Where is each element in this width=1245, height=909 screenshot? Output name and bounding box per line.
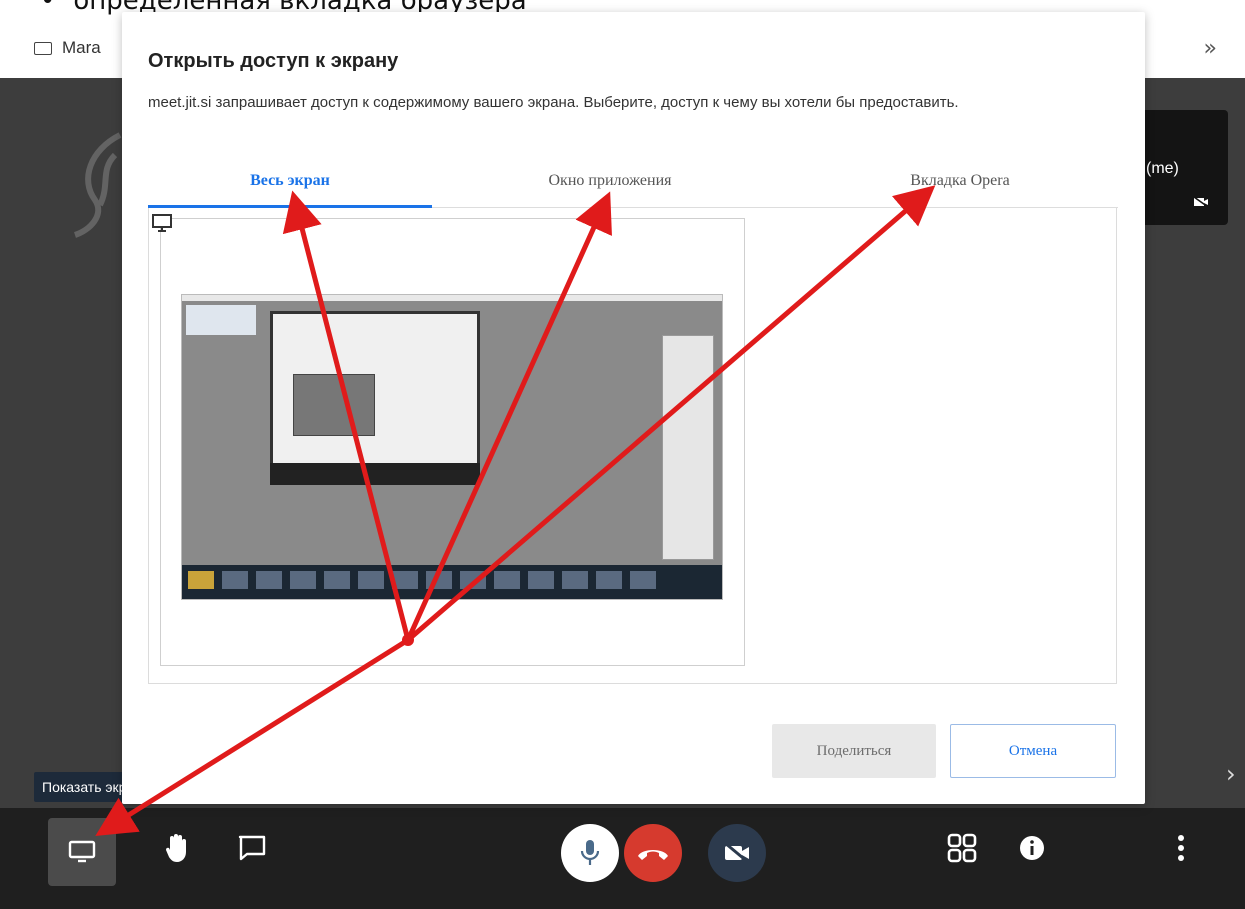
chat-icon — [238, 835, 266, 861]
screen-share-icon — [68, 840, 96, 863]
self-name-label: (me) — [1146, 160, 1179, 177]
tab-application-window[interactable]: Окно приложения — [460, 172, 760, 190]
camera-off-icon — [1193, 196, 1209, 208]
screen-share-button[interactable] — [48, 818, 116, 886]
share-button[interactable]: Поделиться — [772, 724, 936, 778]
more-actions-button[interactable] — [1166, 828, 1196, 868]
hang-up-button[interactable] — [624, 824, 682, 882]
bookmarks-more-button[interactable]: » — [1204, 36, 1217, 61]
screen-thumbnail — [181, 294, 723, 600]
monitor-icon — [152, 214, 172, 232]
tab-entire-screen[interactable]: Весь экран — [148, 172, 432, 190]
thumbnail-titlebar — [182, 295, 722, 301]
chat-button[interactable] — [232, 828, 272, 868]
thumbnail-dialog — [270, 311, 480, 481]
camera-button[interactable] — [708, 824, 766, 882]
camera-off-icon — [724, 841, 750, 865]
next-page-arrow[interactable]: › — [1226, 760, 1236, 788]
info-icon — [1020, 836, 1044, 860]
tile-view-button[interactable] — [942, 828, 982, 868]
folder-icon — [34, 41, 52, 55]
raise-hand-button[interactable] — [158, 828, 198, 868]
dialog-title: Открыть доступ к экрану — [148, 50, 399, 72]
tile-view-icon — [947, 833, 977, 863]
thumbnail-taskbar — [182, 565, 722, 599]
microphone-button[interactable] — [561, 824, 619, 882]
bookmark-folder[interactable]: Mara — [34, 38, 101, 58]
bullet: • — [40, 0, 56, 16]
raise-hand-icon — [165, 834, 186, 862]
bookmark-folder-label: Mara — [62, 38, 101, 57]
microphone-icon — [580, 840, 600, 865]
thumbnail-sidebar — [662, 335, 714, 560]
cancel-button[interactable]: Отмена — [950, 724, 1116, 778]
tab-opera-tab[interactable]: Вкладка Opera — [810, 172, 1110, 190]
thumbnail-inner-preview — [293, 374, 375, 436]
hang-up-icon — [638, 850, 668, 860]
more-vertical-icon — [1178, 835, 1184, 861]
thumbnail-toolbar — [270, 463, 480, 485]
thumbnail-window-small — [186, 305, 256, 335]
dialog-description: meet.jit.si запрашивает доступ к содержи… — [148, 94, 959, 111]
info-button[interactable] — [1012, 828, 1052, 868]
